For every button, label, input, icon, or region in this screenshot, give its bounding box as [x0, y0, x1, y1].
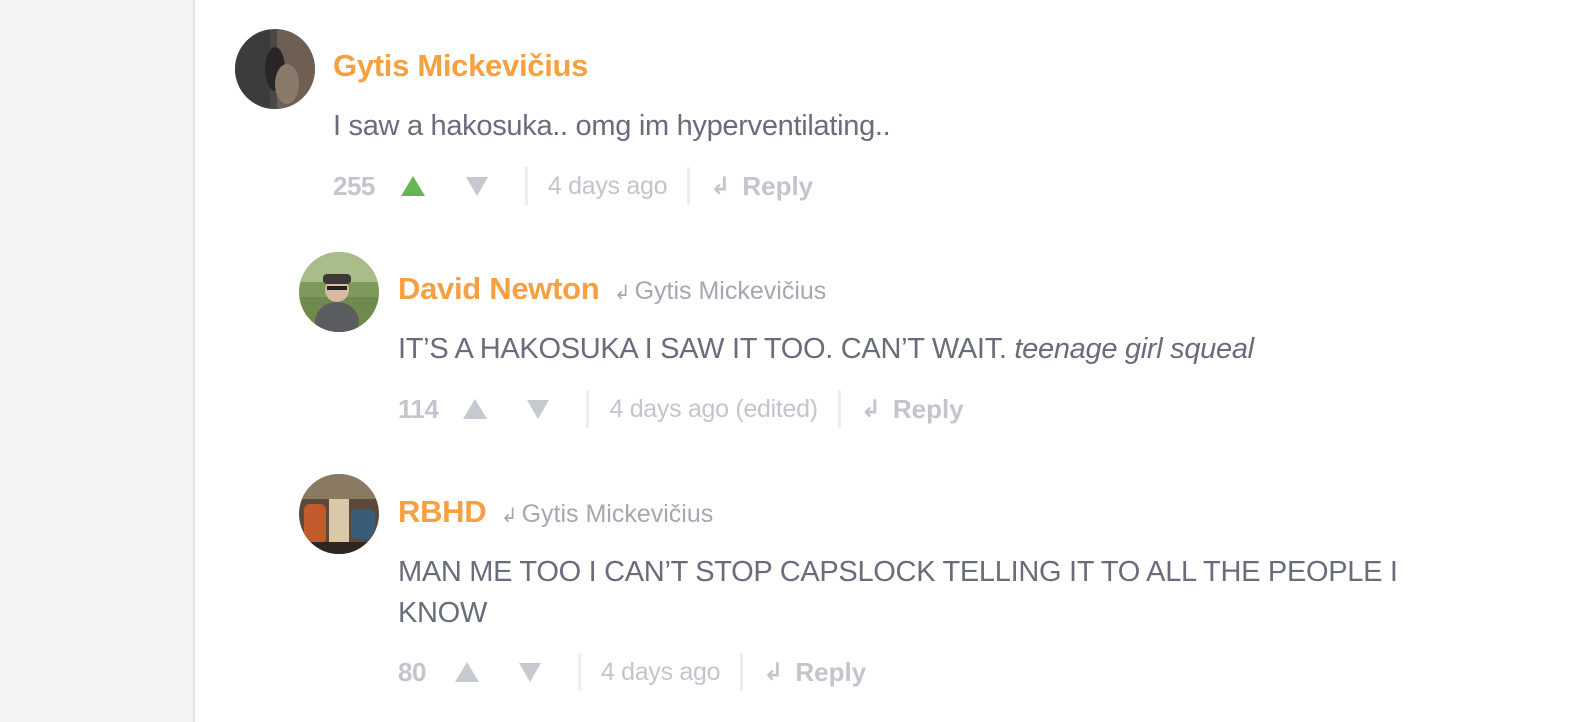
reply-label: Reply [795, 656, 867, 687]
divider [687, 167, 691, 205]
divider [740, 653, 744, 691]
reply-arrow-icon: ↲ [500, 505, 518, 527]
avatar[interactable] [299, 474, 379, 554]
comment-body: IT’S A HAKOSUKA I SAW IT TOO. CAN’T WAIT… [398, 329, 1254, 370]
author-name[interactable]: RBHD [398, 494, 487, 529]
reply-to-name: Gytis Mickevičius [521, 500, 714, 528]
comment-text-italic: teenage girl squeal [1014, 333, 1254, 365]
downvote-icon[interactable] [465, 176, 488, 196]
comment-text: I saw a hakosuka.. omg im hyperventilati… [333, 110, 891, 142]
reply-label: Reply [742, 170, 814, 201]
comment-body: MAN ME TOO I CAN’T STOP CAPSLOCK TELLING… [398, 552, 1468, 634]
reply-to-name: Gytis Mickevičius [634, 277, 827, 305]
left-sidebar [0, 0, 195, 722]
vote-count: 255 [333, 170, 375, 201]
reply-to-link[interactable]: ↲ Gytis Mickevičius [614, 277, 826, 305]
timestamp[interactable]: 4 days ago [548, 172, 668, 201]
avatar-photo-icon [299, 474, 379, 554]
avatar-photo-icon [235, 29, 315, 109]
avatar[interactable] [299, 252, 379, 332]
author-name[interactable]: Gytis Mickevičius [333, 48, 588, 83]
comment-actions: 255 4 days ago ↲ Reply [333, 166, 813, 206]
vote-count: 114 [398, 393, 439, 424]
reply-button[interactable]: ↲ Reply [861, 394, 964, 425]
comment-text: MAN ME TOO I CAN’T STOP CAPSLOCK TELLING… [398, 556, 1398, 629]
reply-arrow-icon: ↲ [710, 172, 731, 200]
comment-actions: 114 4 days ago (edited) ↲ Reply [398, 389, 964, 429]
avatar-photo-icon [299, 252, 379, 332]
comment-text: IT’S A HAKOSUKA I SAW IT TOO. CAN’T WAIT… [398, 333, 1007, 365]
reply-button[interactable]: ↲ Reply [763, 657, 866, 688]
divider [837, 390, 841, 428]
comment-header: David Newton ↲ Gytis Mickevičius [398, 271, 826, 307]
upvote-icon[interactable] [400, 176, 425, 196]
reply-label: Reply [892, 393, 964, 424]
comment-body: I saw a hakosuka.. omg im hyperventilati… [333, 106, 891, 147]
comment-actions: 80 4 days ago ↲ Reply [398, 652, 866, 692]
reply-arrow-icon: ↲ [613, 282, 631, 304]
comment-header: Gytis Mickevičius [333, 48, 588, 84]
vote-count: 80 [398, 656, 426, 687]
downvote-icon[interactable] [518, 662, 541, 682]
divider [586, 390, 590, 428]
comment-header: RBHD ↲ Gytis Mickevičius [398, 494, 713, 530]
author-name[interactable]: David Newton [398, 271, 600, 306]
upvote-icon[interactable] [463, 399, 488, 419]
reply-button[interactable]: ↲ Reply [710, 171, 813, 202]
timestamp[interactable]: 4 days ago [601, 658, 721, 687]
downvote-icon[interactable] [527, 399, 550, 419]
reply-to-link[interactable]: ↲ Gytis Mickevičius [501, 500, 713, 528]
upvote-icon[interactable] [454, 662, 479, 682]
reply-arrow-icon: ↲ [763, 658, 784, 686]
divider [524, 167, 528, 205]
divider [577, 653, 581, 691]
timestamp[interactable]: 4 days ago (edited) [609, 395, 818, 424]
avatar[interactable] [235, 29, 315, 109]
reply-arrow-icon: ↲ [860, 395, 881, 423]
